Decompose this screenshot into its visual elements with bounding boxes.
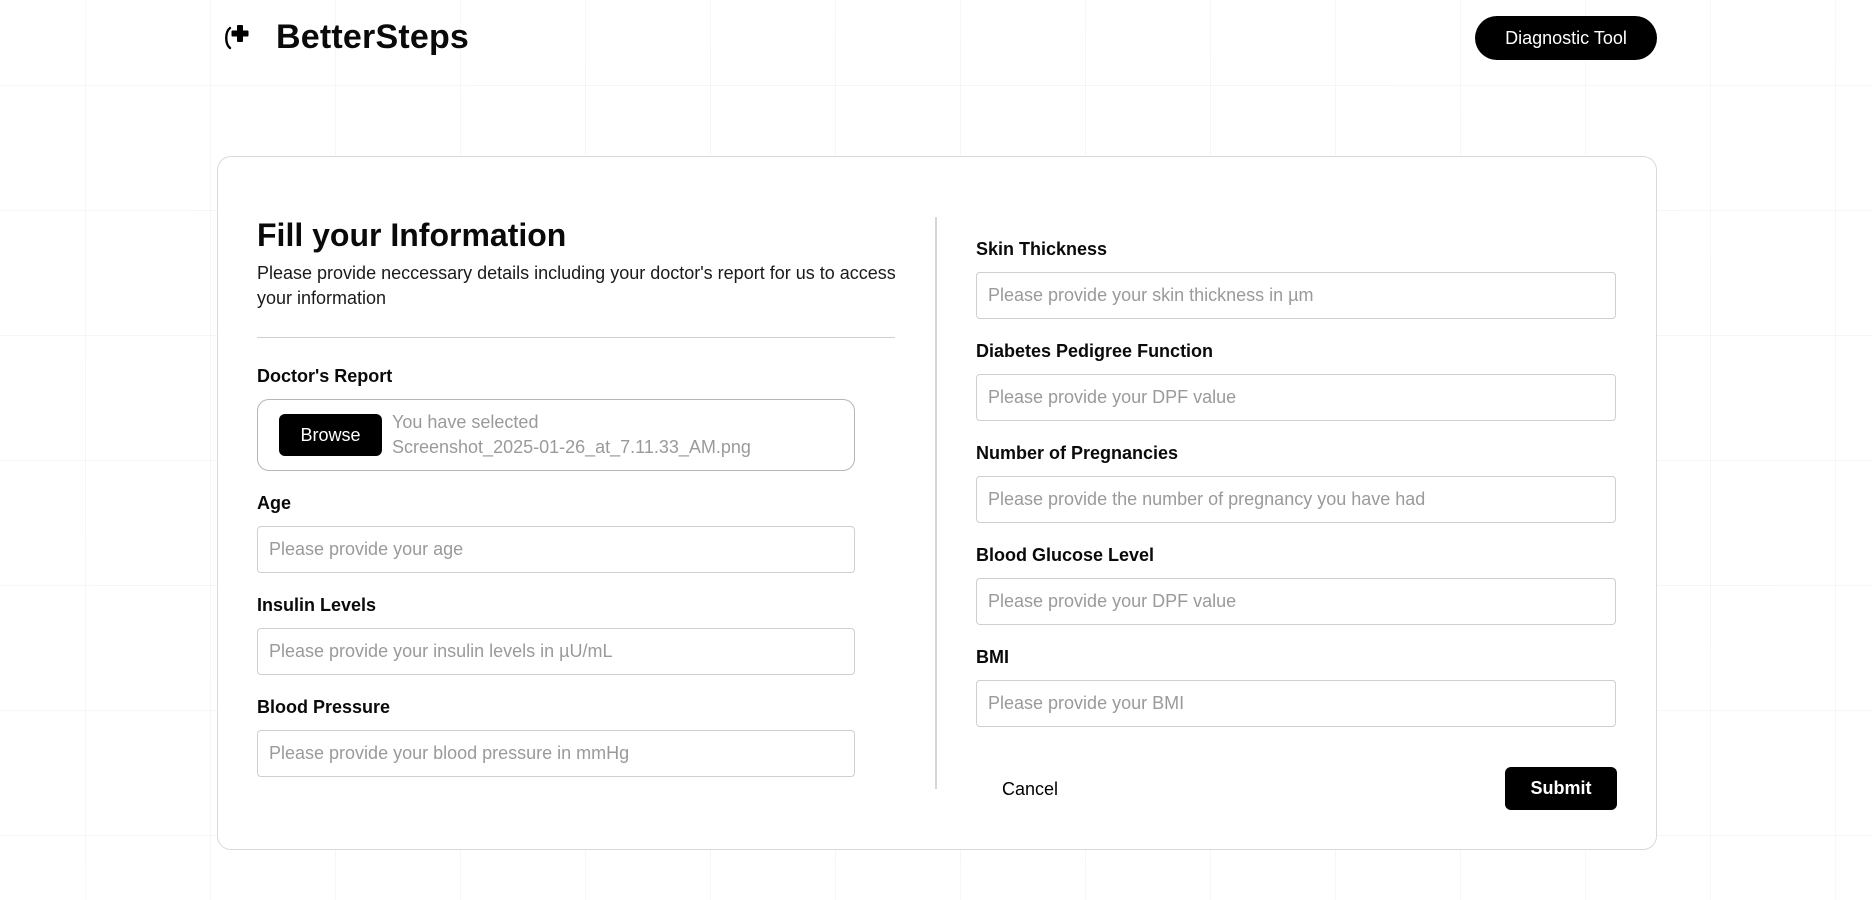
submit-button[interactable]: Submit <box>1505 767 1617 810</box>
medical-cross-icon <box>225 24 249 49</box>
diabetes-pedigree-label: Diabetes Pedigree Function <box>976 341 1214 361</box>
section-divider <box>257 337 895 338</box>
column-divider <box>935 217 937 789</box>
top-header: BetterSteps Diagnostic Tool <box>0 0 1872 76</box>
diabetes-pedigree-input[interactable] <box>976 374 1616 421</box>
insulin-levels-input[interactable] <box>257 628 855 675</box>
doctors-report-label: Doctor's Report <box>257 366 393 386</box>
selected-file-prefix: You have selected <box>392 412 539 432</box>
skin-thickness-input[interactable] <box>976 272 1616 319</box>
blood-glucose-input[interactable] <box>976 578 1616 625</box>
form-subtitle: Please provide neccessary details includ… <box>257 263 896 308</box>
selected-file-name: Screenshot_2025-01-26_at_7.11.33_AM.png <box>392 437 751 457</box>
bmi-label: BMI <box>976 647 1009 667</box>
brand-logo[interactable]: BetterSteps <box>222 18 469 57</box>
selected-file-text: You have selected Screenshot_2025-01-26_… <box>392 410 842 460</box>
brand-name: BetterSteps <box>276 18 470 56</box>
form-title: Fill your Information <box>257 217 567 253</box>
insulin-levels-label: Insulin Levels <box>257 595 377 615</box>
blood-glucose-label: Blood Glucose Level <box>976 545 1155 565</box>
bmi-input[interactable] <box>976 680 1616 727</box>
diagnostic-tool-button[interactable]: Diagnostic Tool <box>1475 16 1657 60</box>
skin-thickness-label: Skin Thickness <box>976 239 1108 259</box>
age-label: Age <box>257 493 292 513</box>
age-input[interactable] <box>257 526 855 573</box>
pregnancies-label: Number of Pregnancies <box>976 443 1179 463</box>
pregnancies-input[interactable] <box>976 476 1616 523</box>
cancel-button[interactable]: Cancel <box>984 768 1076 810</box>
blood-pressure-input[interactable] <box>257 730 855 777</box>
blood-pressure-label: Blood Pressure <box>257 697 391 717</box>
browse-button[interactable]: Browse <box>279 414 382 456</box>
doctors-report-file-picker[interactable]: Browse You have selected Screenshot_2025… <box>257 399 855 471</box>
